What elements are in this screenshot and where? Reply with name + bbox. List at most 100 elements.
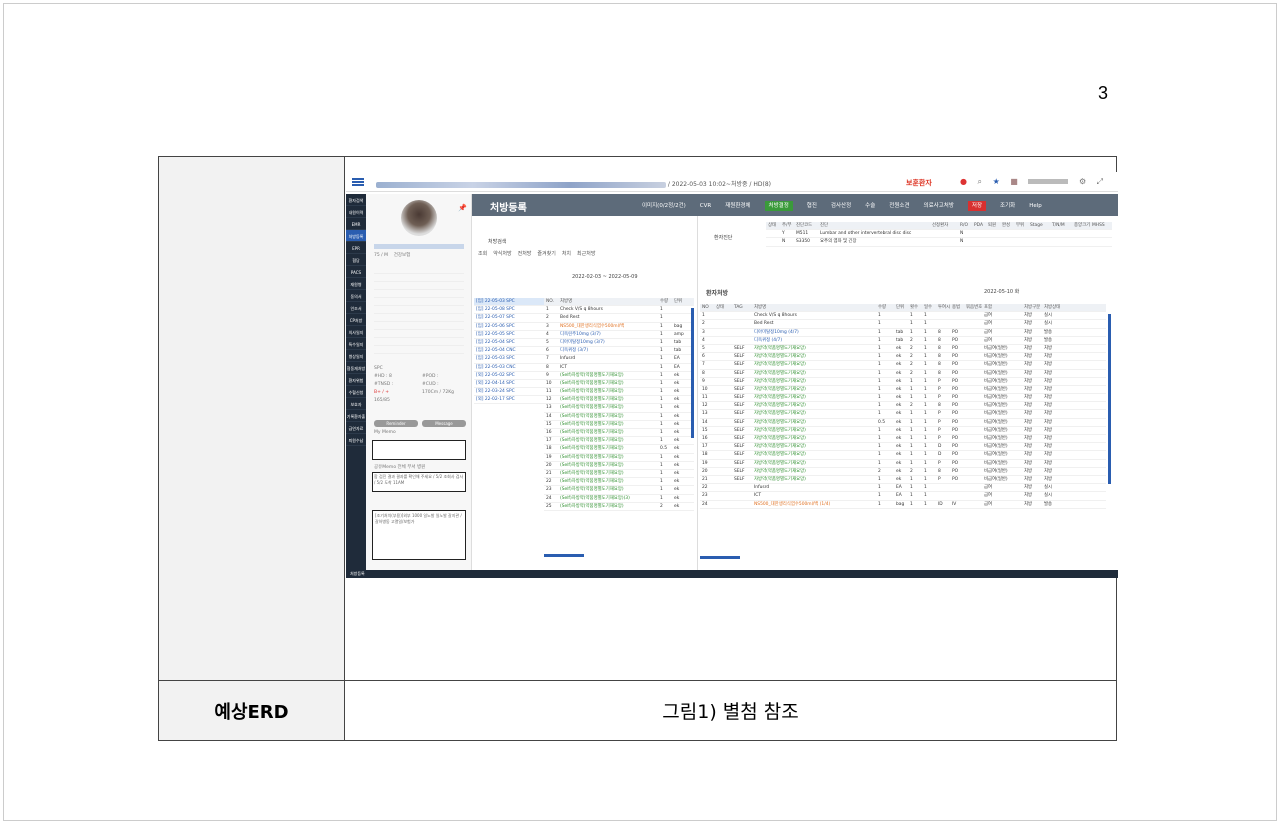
fullscreen-icon[interactable]: ⤢	[1097, 177, 1103, 186]
order-search-tab[interactable]: 약식처방	[493, 251, 511, 257]
nav-item[interactable]: 처방결정	[764, 201, 793, 211]
order-list-hscroll[interactable]	[544, 554, 584, 557]
nav-item[interactable]: 재원환경체	[725, 203, 750, 209]
nav-item[interactable]: 검사산정	[831, 203, 851, 209]
sidebar-item[interactable]: 수혈신청	[346, 386, 366, 398]
order-list-row[interactable]: 17 (Self)자방약(약품명별도기재요망) 1 ek	[544, 437, 694, 446]
order-list-scrollbar[interactable]	[691, 308, 694, 438]
prescription-row[interactable]: 1 Check V/S q 8hours 1 1 1 급여 처방 실시	[700, 312, 1106, 321]
memo-tab-dept[interactable]: 부서	[407, 465, 415, 470]
order-list-row[interactable]: 15 (Self)자방약(약품명별도기재요망) 1 ek	[544, 421, 694, 429]
order-search-tab[interactable]: 최근처방	[577, 251, 595, 257]
nav-item[interactable]: 이미지(0/2정/2건)	[642, 203, 686, 209]
sidebar-item[interactable]: 퇴원수납	[346, 434, 366, 446]
sidebar-item[interactable]: 급연자료	[346, 422, 366, 434]
prescription-row[interactable]: 4 디옥퀴정 (4/7) 1 tab 2 1 8 PO 급여 처방 발송	[700, 337, 1106, 345]
order-search-tab[interactable]: 즐겨찾기	[537, 251, 555, 257]
nav-item[interactable]: 협진	[807, 203, 817, 209]
order-list-row[interactable]: 13 (Self)자방약(약품명별도기재요망) 1 ek	[544, 404, 694, 413]
hamburger-menu-icon[interactable]	[352, 178, 364, 186]
nav-item[interactable]: CVR	[700, 203, 711, 209]
order-list-row[interactable]: 24 (Self)자방약(약품명별도기재요망)(3) 1 ek	[544, 495, 694, 503]
date-list-item[interactable]: [입] 22-05-06 SPC	[474, 323, 544, 331]
date-list-item[interactable]: [입] 22-05-03 SPC	[474, 298, 544, 307]
prescription-scrollbar[interactable]	[1108, 314, 1111, 484]
prescription-row[interactable]: 5 SELF 자방약(약품명별도기재요망) 1 ek 2 1 8 PO 비급여(일반) 처방 처방	[700, 345, 1106, 354]
order-list-row[interactable]: 7 Infusrd 1 EA	[544, 355, 694, 364]
sidebar-item[interactable]: 동의서	[346, 290, 366, 302]
star-icon[interactable]: ★	[993, 177, 1000, 186]
order-list-row[interactable]: 5 디아미탈정10mg (3/7) 1 tab	[544, 339, 694, 348]
order-list-row[interactable]: 20 (Self)자방약(약품명별도기재요망) 1 ek	[544, 462, 694, 470]
order-list-row[interactable]: 9 (Self)자방약(약품명별도기재요망) 1 ek	[544, 372, 694, 380]
sidebar-item[interactable]: 환자위험	[346, 374, 366, 386]
date-list-item[interactable]: [외] 22-02-17 SPC	[474, 396, 544, 405]
prescription-row[interactable]: 20 SELF 자방약(약품명별도기재요망) 2 ek 2 1 8 PO 비급여(일반) 처방 처방	[700, 468, 1106, 476]
date-list-item[interactable]: [입] 22-05-04 SPC	[474, 339, 544, 348]
prescription-row[interactable]: 7 SELF 자방약(약품명별도기재요망) 1 ek 2 1 8 PO 비급여(일반) 처방 처방	[700, 361, 1106, 370]
prescription-row[interactable]: 15 SELF 자방약(약품명별도기재요망) 1 ek 1 1 P PO 비급여(일반) 처방 처방	[700, 427, 1106, 435]
message-button[interactable]: Message	[422, 420, 466, 427]
bottom-tab-label[interactable]: 처방등록	[350, 570, 365, 578]
sidebar-item[interactable]: 협동재처방	[346, 362, 366, 374]
prescription-row[interactable]: 12 SELF 자방약(약품명별도기재요망) 1 ek 2 1 8 PO 비급여(일반) 처방 처방	[700, 402, 1106, 411]
order-list-row[interactable]: 14 (Self)자방약(약품명별도기재요망) 1 ek	[544, 413, 694, 421]
prescription-row[interactable]: 11 SELF 자방약(약품명별도기재요망) 1 ek 1 1 P PO 비급여(일반) 처방 처방	[700, 394, 1106, 403]
order-list-row[interactable]: 25 (Self)자방약(약품명별도기재요망) 2 ek	[544, 503, 694, 511]
sidebar-item[interactable]: CP처방	[346, 314, 366, 326]
order-list-row[interactable]: 22 (Self)자방약(약품명별도기재요망) 1 ek	[544, 478, 694, 487]
prescription-row[interactable]: 10 SELF 자방약(약품명별도기재요망) 1 ek 1 1 P PO 비급여(일반) 처방 처방	[700, 386, 1106, 395]
date-list-item[interactable]: [외] 22-05-02 SPC	[474, 372, 544, 380]
order-list-row[interactable]: 2 Bed Rest 1	[544, 314, 694, 323]
date-list-item[interactable]: [외] 22-04-14 SPC	[474, 380, 544, 389]
order-list-row[interactable]: 19 (Self)자방약(약품명별도기재요망) 1 ek	[544, 454, 694, 462]
sidebar-item[interactable]: 환자검색	[346, 194, 366, 206]
order-list-row[interactable]: 11 (Self)자방약(약품명별도기재요망) 1 ek	[544, 388, 694, 397]
order-list-row[interactable]: 18 (Self)자방약(약품명별도기재요망) 0.5 ek	[544, 445, 694, 454]
order-list-row[interactable]: 21 (Self)자방약(약품명별도기재요망) 1 ek	[544, 470, 694, 479]
order-list-row[interactable]: 3 NS500_대한생리식염수500ml/백 1 bag	[544, 323, 694, 331]
order-list-row[interactable]: 10 (Self)자방약(약품명별도기재요망) 1 ek	[544, 380, 694, 389]
sidebar-item[interactable]: 기록환자출	[346, 410, 366, 422]
order-list-row[interactable]: 16 (Self)자방약(약품명별도기재요망) 1 ek	[544, 429, 694, 438]
prescription-row[interactable]: 24 NS500_대한생리식염수500ml/백 (1/4) 1 bag 1 1 ID IV 급여…	[700, 501, 1106, 509]
date-list-item[interactable]: [입] 22-05-05 SPC	[474, 331, 544, 339]
settings-icon[interactable]: ⚙	[1079, 177, 1086, 186]
order-list-row[interactable]: 1 Check V/S q 8hours 1	[544, 306, 694, 315]
order-search-tab[interactable]: 전처방	[518, 251, 532, 257]
date-list-item[interactable]: [입] 22-05-03 SPC	[474, 355, 544, 364]
sidebar-item[interactable]: 재원병	[346, 278, 366, 290]
nav-item[interactable]: 조기화	[1000, 203, 1015, 209]
pin-icon[interactable]: 📌	[458, 204, 467, 212]
alert-icon[interactable]: ●	[960, 177, 967, 186]
order-list-row[interactable]: 4 디옥린주10mg (3/7) 1 amp	[544, 331, 694, 339]
diagnosis-row[interactable]: Y M511 Lumbar and other intervertebral dis…	[766, 230, 1112, 239]
sidebar-item[interactable]: 병상일지	[346, 350, 366, 362]
prescription-row[interactable]: 18 SELF 자방약(약품명별도기재요망) 1 ek 1 1 D PO 비급여(일반) 처방 처방	[700, 451, 1106, 460]
user-avatar-icon[interactable]: ■	[1010, 177, 1018, 186]
sidebar-item[interactable]: 의사일지	[346, 326, 366, 338]
prescription-row[interactable]: 8 SELF 자방약(약품명별도기재요망) 1 ek 2 1 8 PO 비급여(일반) 처방 처방	[700, 370, 1106, 378]
order-list-row[interactable]: 23 (Self)자방약(약품명별도기재요망) 1 ek	[544, 486, 694, 495]
prescription-row[interactable]: 2 Bed Rest 1 1 1 급여 처방 실시	[700, 320, 1106, 329]
nav-item[interactable]: 저장	[967, 201, 987, 211]
sidebar-item[interactable]: 협당	[346, 254, 366, 266]
prescription-hscroll[interactable]	[700, 556, 740, 559]
order-list-row[interactable]: 8 ICT 1 EA	[544, 364, 694, 372]
prescription-row[interactable]: 13 SELF 자방약(약품명별도기재요망) 1 ek 1 1 P PO 비급여(일반) 처방 처방	[700, 410, 1106, 419]
nav-item[interactable]: 전원소견	[889, 203, 909, 209]
sidebar-item[interactable]: 특수일지	[346, 338, 366, 350]
sidebar-item[interactable]: 내원이력	[346, 206, 366, 218]
order-list-row[interactable]: 12 (Self)자방약(약품명별도기재요망) 1 ek	[544, 396, 694, 405]
memo-tab-hospital[interactable]: 병원	[417, 465, 425, 470]
memo-tab-all[interactable]: 전체	[398, 465, 406, 470]
sidebar-item[interactable]: 처방등록	[346, 230, 366, 242]
prescription-row[interactable]: 23 ICT 1 EA 1 1 급여 처방 실시	[700, 492, 1106, 501]
search-icon[interactable]: ⌕	[978, 177, 982, 186]
prescription-row[interactable]: 17 SELF 자방약(약품명별도기재요망) 1 ek 1 1 D PO 비급여(일반) 처방 처방	[700, 443, 1106, 452]
nav-item[interactable]: 의료사고처방	[924, 203, 954, 209]
sidebar-item[interactable]: PACS	[346, 266, 366, 278]
prescription-row[interactable]: 6 SELF 자방약(약품명별도기재요망) 1 ek 2 1 8 PO 비급여(일반) 처방 처방	[700, 353, 1106, 362]
date-list-item[interactable]: [입] 22-05-04 CNC	[474, 347, 544, 356]
nav-item[interactable]: Help	[1029, 203, 1042, 209]
